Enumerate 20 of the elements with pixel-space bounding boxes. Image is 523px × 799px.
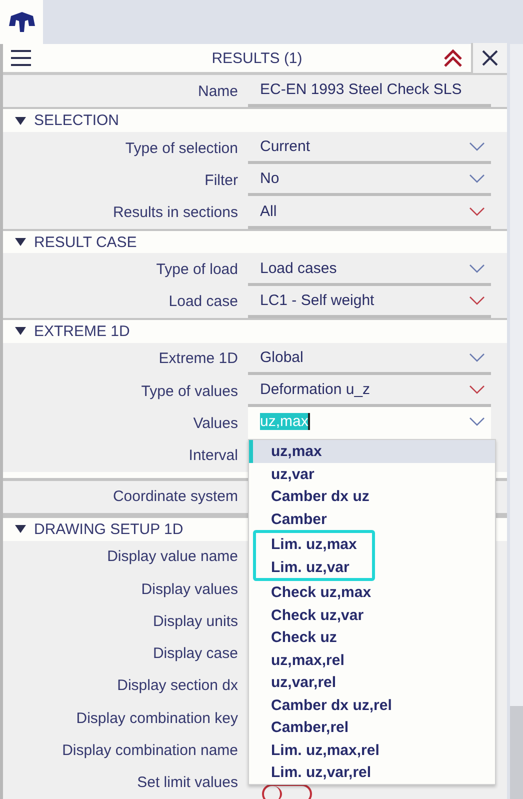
property-label: Set limit values	[136, 774, 239, 792]
property-label: Display values	[140, 580, 239, 598]
property-label: Coordinate system	[112, 488, 239, 506]
property-label: Type of values	[140, 382, 239, 400]
property-label: Values	[192, 414, 239, 432]
property-label: Extreme 1D	[158, 350, 239, 368]
property-label: Display combination name	[61, 742, 239, 759]
property-label: Display case	[152, 645, 239, 662]
property-label: Results in sections	[112, 204, 239, 222]
property-label: Display combination key	[75, 710, 239, 727]
property-label: Interval	[188, 446, 239, 464]
panel-title: RESULTS (1)	[210, 50, 304, 66]
property-label: Display section dx	[116, 677, 239, 694]
property-label: Name	[196, 82, 239, 100]
property-label: Display units	[152, 612, 239, 630]
property-label: Load case	[168, 293, 239, 310]
property-label: Filter	[204, 172, 239, 189]
property-label: Type of selection	[124, 140, 239, 157]
property-label: Type of load	[155, 261, 239, 278]
property-label: Display value name	[106, 548, 239, 566]
